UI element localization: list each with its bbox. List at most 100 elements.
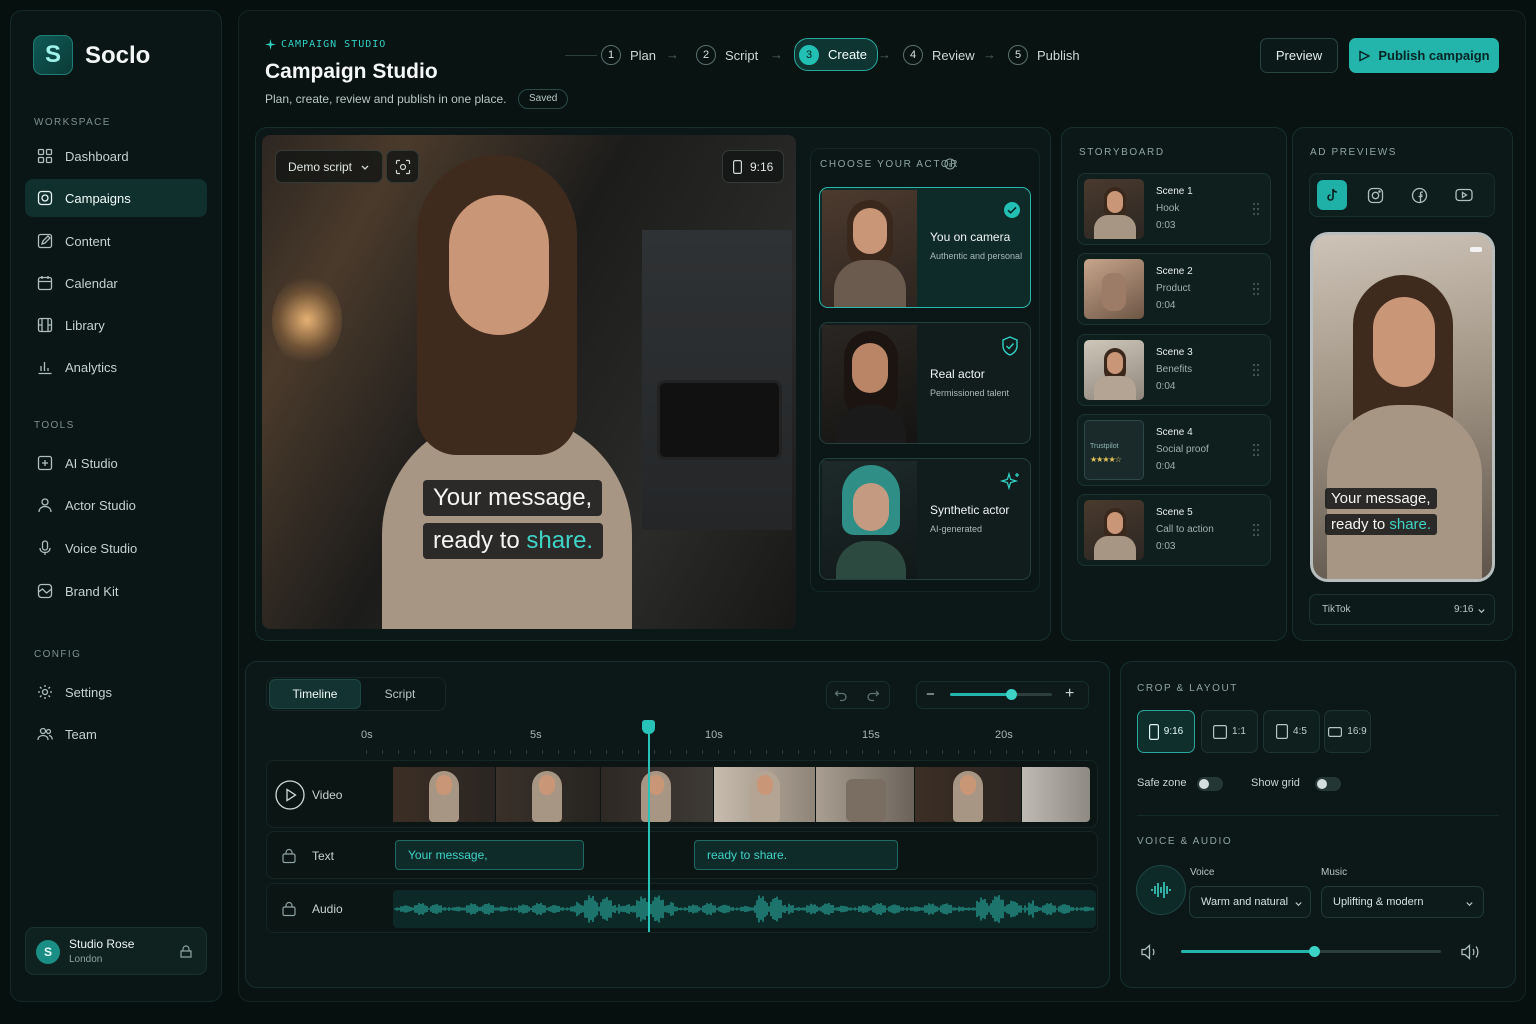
ratio-16-9-button[interactable]: 16:9 (1324, 710, 1371, 753)
avatar: S (36, 940, 60, 964)
user-card[interactable]: S Studio Rose London (25, 927, 207, 975)
scene-card[interactable]: Trustpilot ★★★★☆ Scene 4 Social proof 0:… (1077, 414, 1271, 486)
drag-handle-icon[interactable] (1252, 523, 1260, 537)
sidebar-item-content[interactable]: Content (25, 222, 207, 260)
tiktok-tab[interactable] (1317, 180, 1347, 210)
info-icon[interactable] (944, 158, 956, 170)
voice-avatar[interactable] (1136, 865, 1186, 915)
volume-high-icon[interactable] (1460, 943, 1482, 961)
edit-icon (37, 233, 53, 249)
step-plan[interactable]: 1 Plan (601, 41, 656, 69)
volume-slider[interactable] (1181, 946, 1441, 957)
step-script[interactable]: 2 Script (696, 41, 758, 69)
sidebar-item-brand-kit[interactable]: Brand Kit (25, 572, 207, 610)
video-clip-frame[interactable] (1022, 767, 1090, 822)
text-clip[interactable]: Your message, (395, 840, 584, 870)
ruler-tick (782, 750, 783, 754)
step-publish[interactable]: 5 Publish (1008, 41, 1080, 69)
script-select[interactable]: Demo script (275, 150, 384, 183)
actor-option-you-on-camera[interactable]: You on camera Authentic and personal (819, 187, 1031, 308)
voice-select[interactable]: Warm and natural (1189, 886, 1311, 918)
sidebar-item-library[interactable]: Library (25, 306, 207, 344)
actor-option-real-actor[interactable]: Real actor Permissioned talent (819, 322, 1031, 444)
zoom-out-icon[interactable]: − (926, 686, 935, 703)
capture-button[interactable] (386, 150, 419, 183)
audio-clip[interactable] (393, 890, 1096, 928)
sidebar-item-analytics[interactable]: Analytics (25, 348, 207, 386)
drag-handle-icon[interactable] (1252, 202, 1260, 216)
audio-waveform (394, 895, 1094, 923)
scene-card[interactable]: Scene 3 Benefits 0:04 (1077, 334, 1271, 406)
actor-option-synthetic-actor[interactable]: Synthetic actor AI-generated (819, 458, 1031, 580)
sidebar-item-actor-studio[interactable]: Actor Studio (25, 486, 207, 524)
play-icon[interactable] (275, 780, 305, 810)
ruler-tick (1022, 750, 1023, 754)
tab-script[interactable]: Script (364, 679, 436, 709)
video-clip-frame[interactable] (496, 767, 600, 822)
video-clip-frame[interactable] (816, 767, 914, 822)
drag-handle-icon[interactable] (1252, 443, 1260, 457)
sidebar-item-ai-studio[interactable]: AI Studio (25, 444, 207, 482)
preview-button[interactable]: Preview (1260, 38, 1338, 73)
volume-low-icon[interactable] (1140, 943, 1160, 961)
video-clip-frame[interactable] (915, 767, 1021, 822)
redo-icon[interactable] (866, 688, 880, 702)
sidebar-item-calendar[interactable]: Calendar (25, 264, 207, 302)
scene-card[interactable]: Scene 5 Call to action 0:03 (1077, 494, 1271, 566)
video-clip-frame[interactable] (393, 767, 495, 822)
ratio-4-5-button[interactable]: 4:5 (1263, 710, 1320, 753)
landscape-icon (1328, 726, 1343, 737)
show-grid-toggle[interactable] (1315, 777, 1341, 791)
safe-zone-toggle[interactable] (1197, 777, 1223, 791)
switch-account-icon[interactable] (178, 944, 194, 960)
step-create[interactable]: 3 Create (794, 38, 879, 71)
playhead[interactable] (642, 720, 656, 932)
ratio-9-16-button[interactable]: 9:16 (1137, 710, 1195, 753)
sidebar-item-settings[interactable]: Settings (25, 673, 207, 711)
ruler-tick (910, 750, 911, 754)
facebook-tab[interactable] (1404, 180, 1434, 210)
youtube-tab[interactable] (1449, 180, 1479, 210)
youtube-icon (1455, 188, 1473, 202)
step-number: 1 (601, 45, 621, 65)
music-select[interactable]: Uplifting & modern (1321, 886, 1484, 918)
zoom-slider[interactable] (950, 689, 1052, 700)
tab-timeline[interactable]: Timeline (269, 679, 361, 709)
aspect-ratio-badge[interactable]: 9:16 (722, 150, 785, 183)
lock-icon[interactable] (281, 848, 297, 864)
ratio-1-1-button[interactable]: 1:1 (1201, 710, 1258, 753)
zoom-in-icon[interactable]: + (1065, 685, 1074, 703)
sidebar-item-team[interactable]: Team (25, 715, 207, 753)
instagram-tab[interactable] (1360, 180, 1390, 210)
preview-format-select[interactable]: TikTok 9:16 (1309, 594, 1495, 625)
bar-chart-icon (38, 362, 52, 375)
sidebar-item-campaigns[interactable]: Campaigns (25, 179, 207, 217)
ruler-tick (670, 750, 671, 754)
sidebar-item-dashboard[interactable]: Dashboard (25, 137, 207, 175)
ruler-tick (990, 750, 991, 754)
logo[interactable]: S (33, 35, 73, 75)
playhead-handle[interactable] (642, 720, 656, 734)
ruler-tick (558, 750, 559, 754)
lock-icon[interactable] (281, 901, 297, 917)
step-review[interactable]: 4 Review (903, 41, 975, 69)
ruler-tick (1054, 750, 1055, 754)
drag-handle-icon[interactable] (1252, 282, 1260, 296)
sidebar-item-voice-studio[interactable]: Voice Studio (25, 529, 207, 567)
script-select-value: Demo script (288, 159, 353, 174)
actor-desc: AI-generated (930, 524, 983, 534)
volume-handle[interactable] (1308, 946, 1320, 957)
ruler-tick (1038, 750, 1039, 754)
scene-card[interactable]: Scene 2 Product 0:04 (1077, 253, 1271, 325)
video-preview[interactable]: Demo script 9:16 Your message, ready to … (262, 135, 796, 629)
scene-thumbnail (1084, 179, 1144, 239)
scene-card[interactable]: Scene 1 Hook 0:03 (1077, 173, 1271, 245)
audio-title: VOICE & AUDIO (1137, 836, 1233, 847)
video-clip-frame[interactable] (601, 767, 713, 822)
phone-preview[interactable]: Your message, ready to share. (1310, 232, 1495, 582)
video-clip-frame[interactable] (714, 767, 815, 822)
drag-handle-icon[interactable] (1252, 363, 1260, 377)
undo-icon[interactable] (834, 688, 848, 702)
publish-campaign-button[interactable]: Publish campaign (1349, 38, 1499, 73)
text-clip[interactable]: ready to share. (694, 840, 898, 870)
